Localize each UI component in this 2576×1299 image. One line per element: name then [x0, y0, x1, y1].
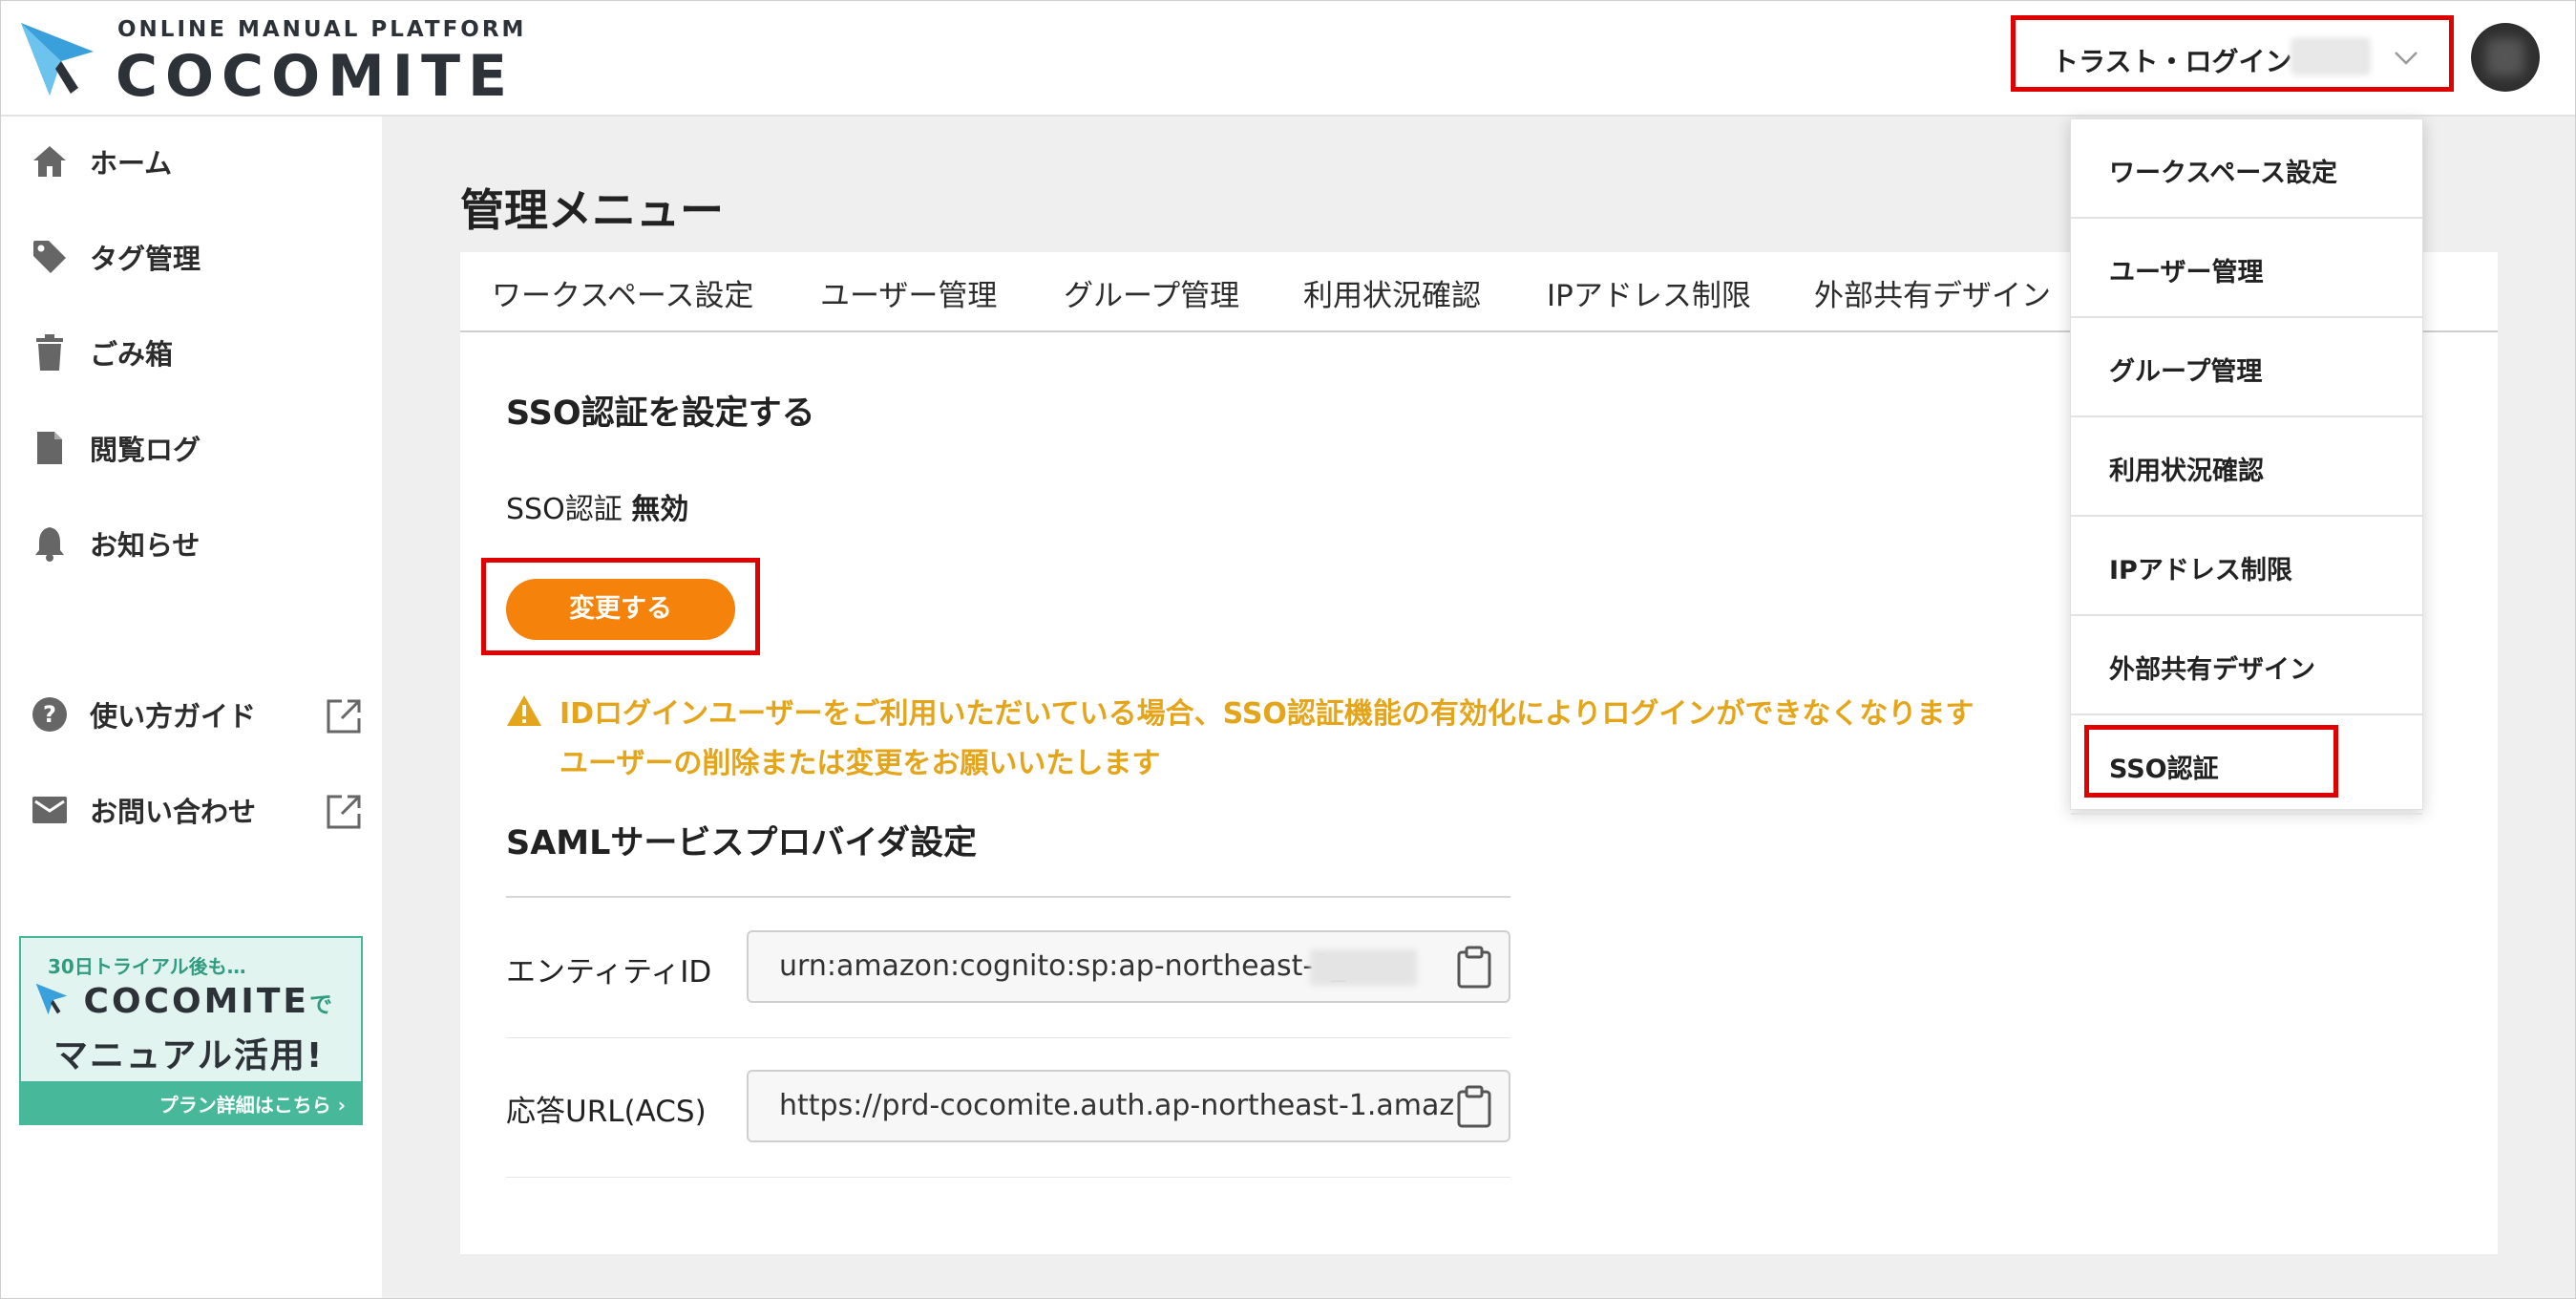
acs-url-field[interactable]: https://prd-cocomite.auth.ap-northeast-1…	[747, 1070, 1510, 1142]
menu-item-workspace-settings[interactable]: ワークスペース設定	[2071, 119, 2422, 219]
tab-external-share-design[interactable]: 外部共有デザイン	[1814, 271, 2051, 314]
admin-dropdown-menu: ワークスペース設定 ユーザー管理 グループ管理 利用状況確認 IPアドレス制限 …	[2070, 118, 2423, 815]
trash-icon	[31, 333, 69, 372]
redacted-text	[2291, 37, 2371, 75]
sidebar-item-notifications[interactable]: お知らせ	[31, 515, 374, 572]
tab-user-management[interactable]: ユーザー管理	[820, 271, 997, 314]
warning-message: IDログインユーザーをご利用いただいている場合、SSO認証機能の有効化によりログ…	[560, 690, 1974, 789]
banner-brand-suffix: で	[308, 991, 332, 1018]
sidebar-item-view-log[interactable]: 閲覧ログ	[31, 419, 374, 477]
sidebar-item-label: 閲覧ログ	[90, 434, 201, 466]
menu-item-usage-status[interactable]: 利用状況確認	[2071, 417, 2422, 517]
clipboard-icon[interactable]	[1453, 1085, 1495, 1129]
sidebar-item-trash[interactable]: ごみ箱	[31, 324, 374, 381]
mail-icon	[31, 791, 69, 829]
account-name: トラスト・ログイン	[2052, 46, 2292, 77]
sidebar: ホーム タグ管理 ごみ箱 閲覧ログ お知らせ ? 使い方ガイド お問い合わせ 3…	[0, 117, 382, 1299]
banner-logo: COCOMITEで	[34, 982, 332, 1021]
tab-workspace-settings[interactable]: ワークスペース設定	[492, 271, 753, 314]
menu-item-ip-restriction[interactable]: IPアドレス制限	[2071, 517, 2422, 616]
menu-item-label: IPアドレス制限	[2109, 556, 2292, 586]
sso-status-value: 無効	[631, 493, 689, 526]
brand-subtitle: ONLINE MANUAL PLATFORM	[117, 17, 527, 42]
acs-url-label: 応答URL(ACS)	[506, 1095, 707, 1129]
saml-heading: SAMLサービスプロバイダ設定	[506, 824, 978, 862]
sidebar-item-label: タグ管理	[90, 243, 201, 275]
user-avatar[interactable]	[2471, 23, 2540, 92]
banner-caption: 30日トライアル後も…	[48, 955, 246, 978]
change-button[interactable]: 変更する	[506, 579, 735, 640]
sso-status: SSO認証 無効	[506, 485, 688, 527]
svg-text:?: ?	[43, 701, 56, 728]
menu-item-external-share-design[interactable]: 外部共有デザイン	[2071, 616, 2422, 715]
cursor-logo-icon	[21, 23, 94, 96]
divider	[506, 1177, 1510, 1178]
entity-id-label: エンティティID	[506, 955, 712, 990]
menu-item-label: ワークスペース設定	[2109, 159, 2337, 188]
sidebar-item-usage-guide[interactable]: ? 使い方ガイド	[31, 686, 374, 743]
tag-icon	[31, 238, 69, 276]
divider	[506, 1037, 1510, 1038]
plan-banner[interactable]: 30日トライアル後も… COCOMITEで マニュアル活用! プラン詳細はこちら…	[19, 936, 363, 1125]
menu-item-user-management[interactable]: ユーザー管理	[2071, 219, 2422, 318]
entity-id-value: urn:amazon:cognito:sp:ap-northeast-1_	[779, 949, 1346, 983]
sidebar-item-label: 使い方ガイド	[90, 700, 257, 733]
warning-line: IDログインユーザーをご利用いただいている場合、SSO認証機能の有効化によりログ…	[560, 697, 1974, 731]
tab-usage-status[interactable]: 利用状況確認	[1303, 271, 1481, 314]
entity-id-field[interactable]: urn:amazon:cognito:sp:ap-northeast-1_	[747, 930, 1510, 1003]
home-icon	[31, 142, 69, 181]
tab-ip-restriction[interactable]: IPアドレス制限	[1547, 271, 1751, 314]
sidebar-item-label: ごみ箱	[90, 338, 174, 371]
sso-status-label: SSO認証	[506, 493, 623, 526]
cursor-logo-icon	[35, 983, 68, 1015]
sso-heading: SSO認証を設定する	[506, 394, 815, 433]
highlight-box	[2084, 725, 2338, 798]
menu-item-group-management[interactable]: グループ管理	[2071, 318, 2422, 417]
tab-group-management[interactable]: グループ管理	[1064, 271, 1239, 314]
bell-icon	[31, 524, 69, 563]
clipboard-icon[interactable]	[1453, 946, 1495, 990]
banner-brand: COCOMITE	[83, 982, 309, 1021]
warning-line: ユーザーの削除または変更をお願いいたします	[560, 747, 1161, 780]
warning-icon	[507, 695, 541, 726]
app-logo[interactable]: ONLINE MANUAL PLATFORM COCOMITE	[17, 17, 523, 110]
document-icon	[31, 429, 69, 467]
acs-url-value: https://prd-cocomite.auth.ap-northeast-1…	[779, 1089, 1455, 1122]
redacted-text	[1310, 949, 1417, 986]
top-header: ONLINE MANUAL PLATFORM COCOMITE トラスト・ログイ…	[0, 0, 2576, 117]
sidebar-item-home[interactable]: ホーム	[31, 133, 374, 190]
menu-item-label: ユーザー管理	[2109, 258, 2264, 287]
sidebar-item-tags[interactable]: タグ管理	[31, 228, 374, 286]
brand-name: COCOMITE	[116, 43, 516, 110]
sidebar-item-label: ホーム	[90, 147, 173, 180]
account-switcher[interactable]: トラスト・ログイン	[2011, 15, 2454, 92]
menu-item-label: グループ管理	[2109, 357, 2263, 387]
help-icon: ?	[31, 695, 69, 734]
external-link-icon	[327, 795, 361, 829]
divider	[506, 896, 1510, 898]
page-title: 管理メニュー	[460, 184, 724, 236]
sidebar-item-contact[interactable]: お問い合わせ	[31, 781, 374, 839]
banner-footer: プラン詳細はこちら ›	[21, 1081, 361, 1123]
chevron-down-icon	[2395, 52, 2418, 65]
sidebar-item-label: お知らせ	[90, 529, 201, 562]
external-link-icon	[327, 699, 361, 734]
menu-item-label: 外部共有デザイン	[2109, 655, 2315, 685]
banner-headline: マニュアル活用!	[53, 1036, 325, 1075]
plan-details-link[interactable]: プラン詳細はこちら ›	[159, 1090, 346, 1118]
menu-item-label: 利用状況確認	[2109, 457, 2264, 486]
sidebar-item-label: お問い合わせ	[90, 796, 257, 828]
